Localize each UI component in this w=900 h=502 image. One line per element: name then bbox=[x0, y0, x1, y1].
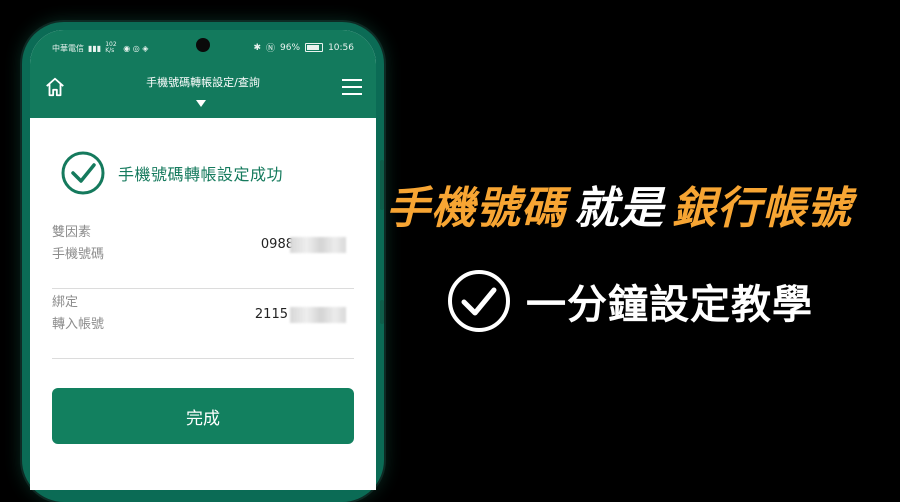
field-label-line2: 轉入帳號 bbox=[52, 317, 105, 332]
success-check-icon bbox=[61, 151, 105, 195]
hamburger-menu-icon[interactable] bbox=[342, 78, 362, 96]
volume-button bbox=[380, 160, 384, 210]
headline-part1: 手機號碼 bbox=[386, 183, 566, 234]
battery-percent: 96% bbox=[280, 42, 301, 53]
status-right: ✱ Ⓝ 96% 10:56 bbox=[253, 41, 354, 55]
field-label-line2: 手機號碼 bbox=[52, 247, 105, 262]
page-title: 手機號碼轉帳設定/查詢 bbox=[146, 76, 260, 89]
phone-screen: 中華電信 ▮▮▮ 102 K/s ◉ ◎ ◈ ✱ Ⓝ 96% 10:56 手機號… bbox=[30, 30, 376, 490]
banner-subtitle-row: 一分鐘設定教學 bbox=[446, 268, 813, 334]
account-number-value: 2115 bbox=[254, 307, 288, 322]
bluetooth-icon: ✱ bbox=[253, 42, 262, 53]
notification-icon: ◉ ◎ ◈ bbox=[123, 43, 149, 53]
headline-part3: 銀行帳號 bbox=[672, 183, 852, 234]
redacted-blur bbox=[290, 237, 346, 253]
battery-icon bbox=[305, 43, 324, 52]
nfc-icon: Ⓝ bbox=[266, 44, 276, 54]
field-label-line1: 雙因素 bbox=[52, 225, 92, 240]
banner-subtitle: 一分鐘設定教學 bbox=[526, 282, 813, 328]
carrier-label: 中華電信 bbox=[52, 43, 84, 53]
status-left: 中華電信 ▮▮▮ 102 K/s ◉ ◎ ◈ bbox=[52, 42, 148, 54]
success-message: 手機號碼轉帳設定成功 bbox=[118, 165, 284, 184]
app-header: 手機號碼轉帳設定/查詢 bbox=[30, 66, 376, 118]
signal-icon: ▮▮▮ bbox=[88, 43, 102, 53]
field-label-line1: 綁定 bbox=[52, 295, 79, 310]
redacted-blur bbox=[290, 307, 346, 323]
net-speed: 102 K/s bbox=[105, 41, 117, 54]
status-bar: 中華電信 ▮▮▮ 102 K/s ◉ ◎ ◈ ✱ Ⓝ 96% 10:56 bbox=[30, 30, 376, 66]
field-phone-number: 雙因素 手機號碼 0988 bbox=[52, 222, 354, 289]
field-label: 雙因素 手機號碼 bbox=[52, 222, 104, 266]
power-button bbox=[380, 300, 384, 324]
front-camera bbox=[196, 38, 210, 52]
clock: 10:56 bbox=[328, 42, 354, 53]
field-bound-account: 綁定 轉入帳號 2115 bbox=[52, 292, 354, 359]
field-label: 綁定 轉入帳號 bbox=[52, 292, 104, 336]
headline-part2: 就是 bbox=[574, 183, 664, 234]
success-message-row: 手機號碼轉帳設定成功 bbox=[60, 150, 283, 196]
check-circle-icon bbox=[448, 270, 510, 332]
done-button[interactable]: 完成 bbox=[52, 388, 354, 444]
banner-headline: 手機號碼 就是 銀行帳號 bbox=[386, 172, 896, 236]
dropdown-caret-icon[interactable] bbox=[196, 100, 206, 107]
